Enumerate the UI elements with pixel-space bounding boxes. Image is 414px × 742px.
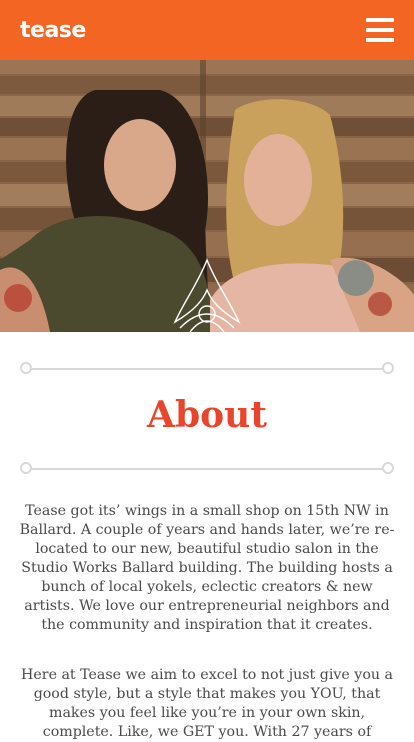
ornament-divider-top <box>20 362 394 376</box>
divider-curl-right-icon <box>382 362 394 374</box>
divider-line <box>30 368 384 370</box>
hamburger-menu-icon[interactable] <box>366 18 394 42</box>
menu-bar <box>366 28 394 32</box>
hero-photo <box>0 60 414 332</box>
about-paragraph-2: Here at Tease we aim to excel to not jus… <box>21 667 393 740</box>
menu-bar <box>366 38 394 42</box>
divider-line <box>30 468 384 470</box>
divider-curl-right-icon <box>382 462 394 474</box>
hero-image <box>0 60 414 332</box>
about-title: About <box>147 394 267 436</box>
site-header: tease <box>0 0 414 60</box>
site-logo[interactable]: tease <box>20 18 86 43</box>
ornament-divider-bottom <box>20 462 394 476</box>
about-paragraph-1: Tease got its’ wings in a small shop on … <box>19 503 395 633</box>
menu-bar <box>366 18 394 22</box>
